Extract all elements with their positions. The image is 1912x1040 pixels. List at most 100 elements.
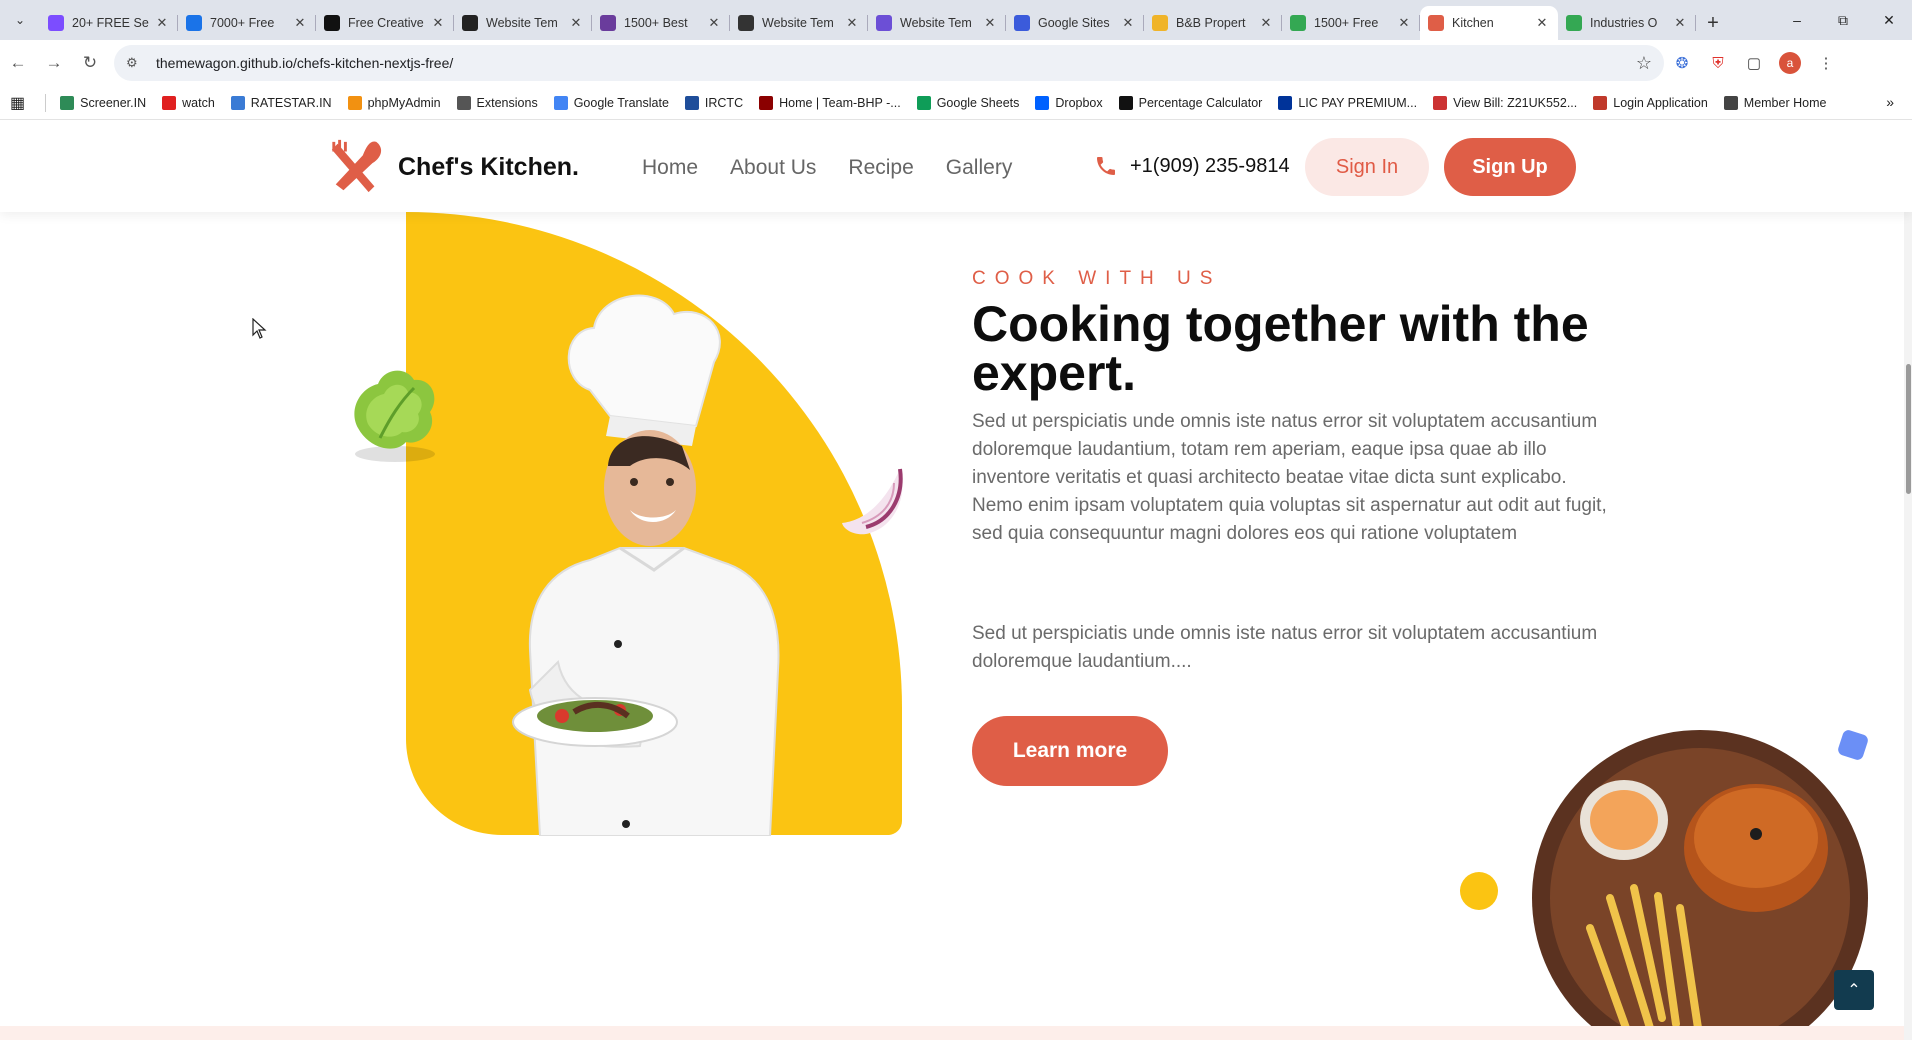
tab-close-icon[interactable]: ✕ bbox=[1258, 15, 1274, 31]
bookmark-item[interactable]: Google Sheets bbox=[916, 95, 1019, 110]
more-bookmarks-chevron-icon[interactable]: » bbox=[1886, 94, 1894, 110]
bookmark-favicon-icon bbox=[1433, 95, 1448, 110]
page-scrollbar-thumb[interactable] bbox=[1906, 364, 1911, 494]
bookmark-favicon-icon bbox=[60, 95, 75, 110]
browser-tab[interactable]: Website Tem ✕ bbox=[868, 6, 1006, 40]
tab-favicon-icon bbox=[1014, 15, 1030, 31]
bookmark-favicon-icon bbox=[684, 95, 699, 110]
site-info-icon[interactable]: ⚙ bbox=[126, 55, 146, 71]
tab-close-icon[interactable]: ✕ bbox=[982, 15, 998, 31]
bookmark-label: IRCTC bbox=[704, 95, 744, 110]
bookmark-favicon-icon bbox=[1723, 95, 1738, 110]
nav-about-us[interactable]: About Us bbox=[730, 156, 816, 180]
bookmark-star-icon[interactable]: ☆ bbox=[1636, 53, 1652, 74]
browser-tab[interactable]: Website Tem ✕ bbox=[730, 6, 868, 40]
phone-contact[interactable]: +1(909) 235-9814 bbox=[1094, 154, 1290, 178]
nav-recipe[interactable]: Recipe bbox=[848, 156, 913, 180]
url-omnibox[interactable]: ⚙ themewagon.github.io/chefs-kitchen-nex… bbox=[114, 45, 1664, 81]
browser-tab[interactable]: 1500+ Free ✕ bbox=[1282, 6, 1420, 40]
bookmark-item[interactable]: phpMyAdmin bbox=[347, 95, 441, 110]
bookmark-item[interactable]: RATESTAR.IN bbox=[230, 95, 332, 110]
tab-favicon-icon bbox=[324, 15, 340, 31]
extensions-puzzle-icon[interactable]: ▢ bbox=[1736, 45, 1772, 81]
apps-grid-icon[interactable]: ▦ bbox=[10, 93, 25, 113]
tab-close-icon[interactable]: ✕ bbox=[706, 15, 722, 31]
learn-more-button[interactable]: Learn more bbox=[972, 716, 1168, 786]
reload-icon[interactable]: ↻ bbox=[72, 45, 108, 81]
bookmark-item[interactable]: Extensions bbox=[456, 95, 538, 110]
restore-icon[interactable]: ⧉ bbox=[1820, 0, 1866, 40]
extension-shield-icon[interactable]: ⛨ bbox=[1700, 45, 1736, 81]
bookmark-item[interactable]: IRCTC bbox=[684, 95, 744, 110]
site-logo[interactable]: Chef's Kitchen. bbox=[328, 138, 579, 196]
page-scrollbar-track[interactable] bbox=[1904, 212, 1912, 1040]
bookmark-favicon-icon bbox=[1118, 95, 1133, 110]
browser-tab[interactable]: Free Creative ✕ bbox=[316, 6, 454, 40]
tab-search-chevron-icon[interactable]: ⌄ bbox=[0, 0, 40, 40]
tab-favicon-icon bbox=[876, 15, 892, 31]
browser-tab[interactable]: Google Sites ✕ bbox=[1006, 6, 1144, 40]
tab-title: Kitchen bbox=[1452, 16, 1494, 30]
tab-title: Free Creative bbox=[348, 16, 424, 30]
tab-close-icon[interactable]: ✕ bbox=[1672, 15, 1688, 31]
bookmark-item[interactable]: Screener.IN bbox=[60, 95, 147, 110]
back-arrow-icon[interactable]: ← bbox=[0, 45, 36, 81]
tab-close-icon[interactable]: ✕ bbox=[430, 15, 446, 31]
tab-close-icon[interactable]: ✕ bbox=[1120, 15, 1136, 31]
browser-tab[interactable]: Kitchen ✕ bbox=[1420, 6, 1558, 40]
forward-arrow-icon[interactable]: → bbox=[36, 45, 72, 81]
tab-close-icon[interactable]: ✕ bbox=[568, 15, 584, 31]
tab-favicon-icon bbox=[1566, 15, 1582, 31]
browser-tab[interactable]: B&B Propert ✕ bbox=[1144, 6, 1282, 40]
bookmark-item[interactable]: Dropbox bbox=[1035, 95, 1103, 110]
tab-favicon-icon bbox=[600, 15, 616, 31]
bookmark-item[interactable]: Google Translate bbox=[553, 95, 669, 110]
phone-number: +1(909) 235-9814 bbox=[1130, 154, 1290, 177]
bookmark-item[interactable]: Member Home bbox=[1723, 95, 1826, 110]
bookmark-label: watch bbox=[182, 95, 215, 110]
tab-list: 20+ FREE Se ✕ 7000+ Free ✕ Free Creative ✕ Web… bbox=[40, 6, 1696, 40]
fork-knife-logo-icon bbox=[331, 139, 382, 193]
bookmark-favicon-icon bbox=[759, 95, 774, 110]
bookmark-label: Screener.IN bbox=[80, 95, 147, 110]
bookmark-favicon-icon bbox=[1035, 95, 1050, 110]
sign-up-button[interactable]: Sign Up bbox=[1444, 138, 1576, 196]
hero-paragraph-2: Sed ut perspiciatis unde omnis iste natu… bbox=[972, 623, 1598, 672]
bookmark-item[interactable]: Home | Team-BHP -... bbox=[759, 95, 901, 110]
bookmark-favicon-icon bbox=[347, 95, 362, 110]
browser-tab[interactable]: Industries O ✕ bbox=[1558, 6, 1696, 40]
bookmark-label: Google Translate bbox=[573, 95, 669, 110]
bookmark-label: RATESTAR.IN bbox=[250, 95, 332, 110]
tab-close-icon[interactable]: ✕ bbox=[1534, 15, 1550, 31]
tab-title: 1500+ Best bbox=[624, 16, 688, 30]
tab-close-icon[interactable]: ✕ bbox=[154, 15, 170, 31]
browser-tab[interactable]: Website Tem ✕ bbox=[454, 6, 592, 40]
hero-paragraph-1: Sed ut perspiciatis unde omnis iste natu… bbox=[972, 411, 1607, 544]
bookmark-favicon-icon bbox=[1593, 95, 1608, 110]
url-text[interactable]: themewagon.github.io/chefs-kitchen-nextj… bbox=[156, 55, 1636, 71]
extension-globe-icon[interactable]: ❂ bbox=[1664, 45, 1700, 81]
sign-in-button[interactable]: Sign In bbox=[1305, 138, 1429, 196]
bookmark-item[interactable]: Percentage Calculator bbox=[1118, 95, 1262, 110]
bookmark-item[interactable]: View Bill: Z21UK552... bbox=[1433, 95, 1577, 110]
new-tab-plus-icon[interactable]: + bbox=[1696, 6, 1730, 40]
browser-tab[interactable]: 7000+ Free ✕ bbox=[178, 6, 316, 40]
tab-favicon-icon bbox=[1152, 15, 1168, 31]
tab-close-icon[interactable]: ✕ bbox=[292, 15, 308, 31]
minimize-icon[interactable]: – bbox=[1774, 0, 1820, 40]
tab-title: 20+ FREE Se bbox=[72, 16, 149, 30]
profile-avatar[interactable]: a bbox=[1772, 45, 1808, 81]
tab-close-icon[interactable]: ✕ bbox=[844, 15, 860, 31]
nav-home[interactable]: Home bbox=[642, 156, 698, 180]
tab-title: B&B Propert bbox=[1176, 16, 1246, 30]
browser-tab[interactable]: 1500+ Best ✕ bbox=[592, 6, 730, 40]
nav-gallery[interactable]: Gallery bbox=[946, 156, 1013, 180]
bookmark-item[interactable]: Login Application bbox=[1593, 95, 1708, 110]
bookmark-item[interactable]: LIC PAY PREMIUM... bbox=[1278, 95, 1417, 110]
browser-menu-icon[interactable]: ⋮ bbox=[1808, 45, 1844, 81]
bookmark-item[interactable]: watch bbox=[162, 95, 215, 110]
scroll-to-top-button[interactable]: ⌃ bbox=[1834, 970, 1874, 1010]
close-window-icon[interactable]: ✕ bbox=[1866, 0, 1912, 40]
tab-close-icon[interactable]: ✕ bbox=[1396, 15, 1412, 31]
browser-tab[interactable]: 20+ FREE Se ✕ bbox=[40, 6, 178, 40]
